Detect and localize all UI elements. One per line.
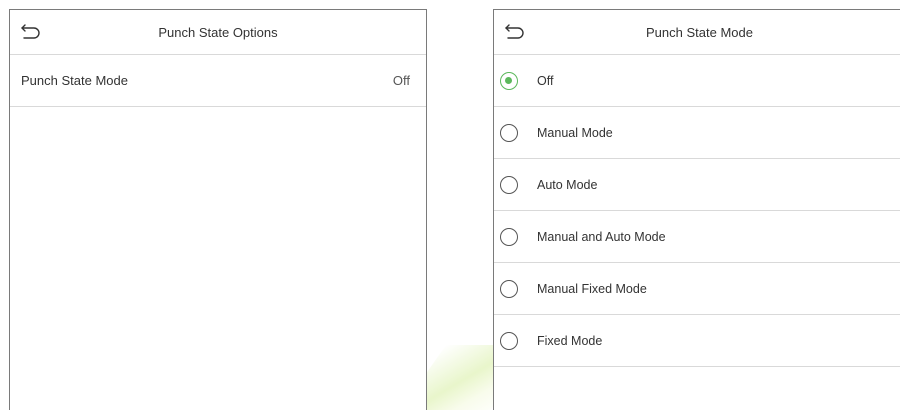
radio-option-label: Off: [537, 73, 554, 88]
radio-unchecked-icon[interactable]: [500, 332, 518, 350]
title-bar: Punch State Mode: [494, 10, 900, 55]
radio-checked-icon[interactable]: [500, 72, 518, 90]
page-title: Punch State Options: [158, 24, 278, 40]
punch-state-mode-screen: Punch State Mode Off Manual Mode Auto Mo…: [493, 9, 900, 410]
punch-state-options-screen: Punch State Options Punch State Mode Off: [9, 9, 427, 410]
radio-option-manual-mode[interactable]: Manual Mode: [494, 107, 900, 159]
menu-item-value: Off: [392, 73, 410, 88]
radio-unchecked-icon[interactable]: [500, 280, 518, 298]
radio-option-label: Fixed Mode: [537, 333, 603, 348]
radio-unchecked-icon[interactable]: [500, 228, 518, 246]
radio-unchecked-icon[interactable]: [500, 124, 518, 142]
radio-option-off[interactable]: Off: [494, 55, 900, 107]
radio-option-label: Manual and Auto Mode: [537, 229, 666, 244]
radio-option-manual-and-auto-mode[interactable]: Manual and Auto Mode: [494, 211, 900, 263]
back-arrow-icon[interactable]: [504, 22, 526, 40]
radio-option-auto-mode[interactable]: Auto Mode: [494, 159, 900, 211]
menu-item-punch-state-mode[interactable]: Punch State Mode Off: [10, 55, 426, 107]
radio-unchecked-icon[interactable]: [500, 176, 518, 194]
stage: Punch State Options Punch State Mode Off…: [0, 0, 900, 410]
radio-option-label: Manual Fixed Mode: [537, 281, 647, 296]
page-title: Punch State Mode: [646, 24, 753, 40]
radio-option-label: Manual Mode: [537, 125, 613, 140]
radio-option-label: Auto Mode: [537, 177, 598, 192]
radio-option-manual-fixed-mode[interactable]: Manual Fixed Mode: [494, 263, 900, 315]
radio-option-fixed-mode[interactable]: Fixed Mode: [494, 315, 900, 367]
title-bar: Punch State Options: [10, 10, 426, 55]
back-arrow-icon[interactable]: [20, 22, 42, 40]
menu-item-label: Punch State Mode: [21, 73, 128, 88]
